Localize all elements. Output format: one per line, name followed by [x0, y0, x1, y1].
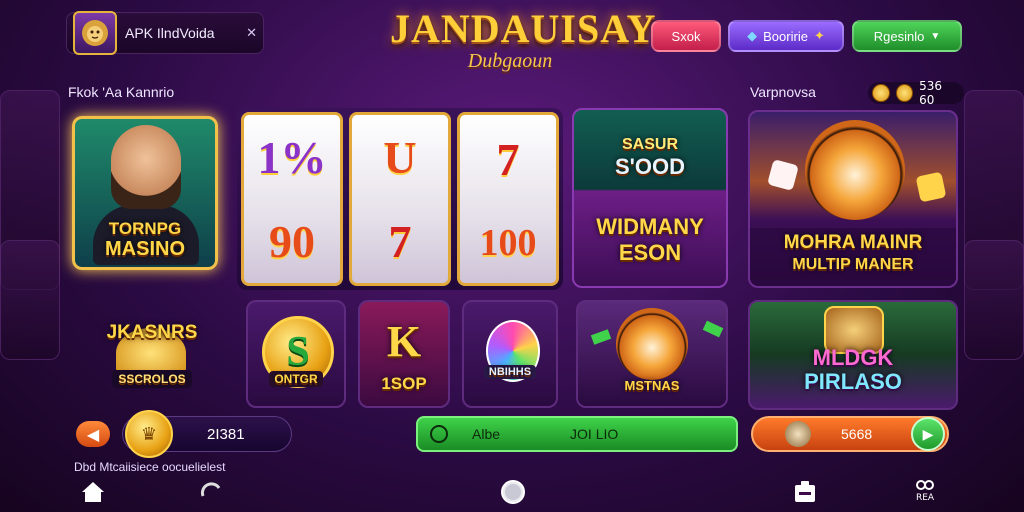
magic-line2: PIRLASO — [804, 369, 902, 394]
play-button[interactable]: ▶ — [911, 417, 945, 451]
jackpot-subtitle: SSCROLOS — [112, 370, 192, 388]
balance-display: ♛ 2I381 — [122, 410, 292, 458]
tiger-title-line1: MOHRA MAINR — [783, 232, 923, 253]
tiger-game-card[interactable]: MOHRA MAINR MULTIP MANER — [748, 110, 958, 288]
balance-value: 2I381 — [207, 425, 245, 443]
hero-game-card[interactable]: TORNPG MASINO — [72, 116, 218, 270]
reel-3: 7 100 — [457, 112, 559, 286]
back-button[interactable]: ◀ — [76, 421, 110, 447]
action-left-label: Albe — [472, 426, 501, 442]
coin-icon — [872, 84, 890, 102]
play-icon: ▶ — [922, 425, 934, 442]
logo-sub-text: Dubgaoun — [467, 50, 553, 72]
chevron-down-icon: ▼ — [930, 30, 941, 42]
star-icon: ✦ — [813, 28, 825, 43]
coin-icon-2 — [895, 84, 914, 102]
slot-button[interactable]: Sxok — [651, 20, 721, 52]
gear-icon[interactable]: REA — [910, 474, 940, 506]
dollar-symbol: S — [286, 329, 310, 375]
register-button[interactable]: Rgesinlo ▼ — [852, 20, 962, 52]
magic-game-card[interactable]: MLDGK PIRLASO — [748, 300, 958, 410]
radio-icon — [430, 425, 448, 443]
coin-value: 536 60 — [919, 79, 943, 107]
reel-symbol: 90 — [269, 215, 315, 267]
money-icon — [590, 329, 612, 345]
close-icon[interactable]: ✕ — [246, 26, 257, 41]
coin-counter: 536 60 — [868, 79, 964, 107]
seasons-game-card[interactable]: SASUR S'OOD WIDMANY ESON — [572, 108, 728, 288]
ball-game-card[interactable]: NBIHHS — [462, 300, 558, 408]
home-icon[interactable] — [78, 478, 108, 506]
slot-button-label: Sxok — [671, 28, 701, 44]
reel-1: 1% 90 — [241, 112, 343, 286]
gem-icon: ◆ — [747, 28, 758, 43]
dice-icon — [915, 171, 947, 203]
bonus-button[interactable]: ◆ Booririe ✦ — [728, 20, 844, 52]
k-label: 1SOP — [381, 374, 427, 393]
card-icon[interactable] — [790, 478, 820, 506]
reel-2: U 7 — [349, 112, 451, 286]
seasons-bottom-line1: WIDMANY — [596, 214, 704, 239]
nav-label: REA — [915, 493, 935, 503]
side-machine-right-2 — [964, 240, 1024, 360]
seasons-top-line1: SASUR — [621, 136, 678, 153]
tiger-small-image — [616, 308, 688, 380]
reel-symbol: 100 — [479, 222, 537, 265]
reel-symbol: U — [383, 131, 417, 183]
jackpot-card[interactable]: JKASNRS SSCROLOS — [72, 300, 232, 408]
tiger-small-card[interactable]: MSTNAS — [576, 300, 728, 408]
circle-icon[interactable] — [498, 478, 528, 506]
dollar-game-card[interactable]: S ONTGR — [246, 300, 346, 408]
slot-reels[interactable]: 1% 90 U 7 7 100 — [237, 108, 563, 290]
hero-portrait — [111, 125, 181, 209]
game-logo: JANDAUISAY Dubgaoun — [390, 6, 657, 98]
right-section-label: Varpnovsa — [750, 84, 816, 100]
avatar-icon — [785, 421, 811, 447]
seasons-bottom-line2: ESON — [618, 240, 682, 265]
hero-title-line2: MASINO — [105, 238, 185, 260]
footer-text: Dbd Mtcaiisiece oocuelielest — [74, 460, 226, 474]
action-bar[interactable]: Albe JOI LIO — [416, 416, 738, 452]
reel-symbol: 7 — [496, 133, 520, 185]
register-button-label: Rgesinlo — [873, 28, 925, 44]
hero-title-line1: TORNPG — [108, 219, 182, 238]
left-section-label: Fkok 'Aa Kannrio — [68, 84, 175, 100]
k-symbol: K — [386, 317, 422, 366]
bonus-button-label: Booririe — [763, 28, 808, 44]
reel-symbol: 1% — [257, 131, 327, 183]
jackpot-title: JKASNRS — [106, 322, 198, 343]
money-icon — [702, 320, 724, 338]
ball-label: NBIHHS — [483, 365, 537, 379]
reel-symbol: 7 — [388, 215, 412, 267]
dollar-label: ONTGR — [269, 371, 323, 387]
play-value: 5668 — [841, 426, 873, 442]
action-right-label: JOI LIO — [570, 426, 619, 442]
logo-main-text: JANDAUISAY — [390, 6, 657, 51]
app-header: APK IlndVoida ✕ — [66, 11, 264, 55]
play-bar[interactable]: 5668 ▶ — [751, 416, 949, 452]
k-game-card[interactable]: K 1SOP — [358, 300, 450, 408]
app-title: APK IlndVoida — [125, 25, 215, 41]
seasons-top-line2: S'OOD — [614, 154, 686, 179]
refresh-icon[interactable] — [196, 478, 226, 506]
lion-icon[interactable] — [73, 11, 117, 55]
tiger-small-label: MSTNAS — [624, 378, 680, 393]
tiger-image — [805, 120, 905, 220]
coin-icon: ♛ — [125, 410, 173, 458]
dice-icon — [767, 159, 799, 191]
arrow-left-icon: ◀ — [86, 424, 100, 444]
side-machine-left-2 — [0, 240, 60, 360]
tiger-title-line2: MULTIP MANER — [792, 256, 914, 273]
magic-line1: MLDGK — [812, 345, 894, 370]
